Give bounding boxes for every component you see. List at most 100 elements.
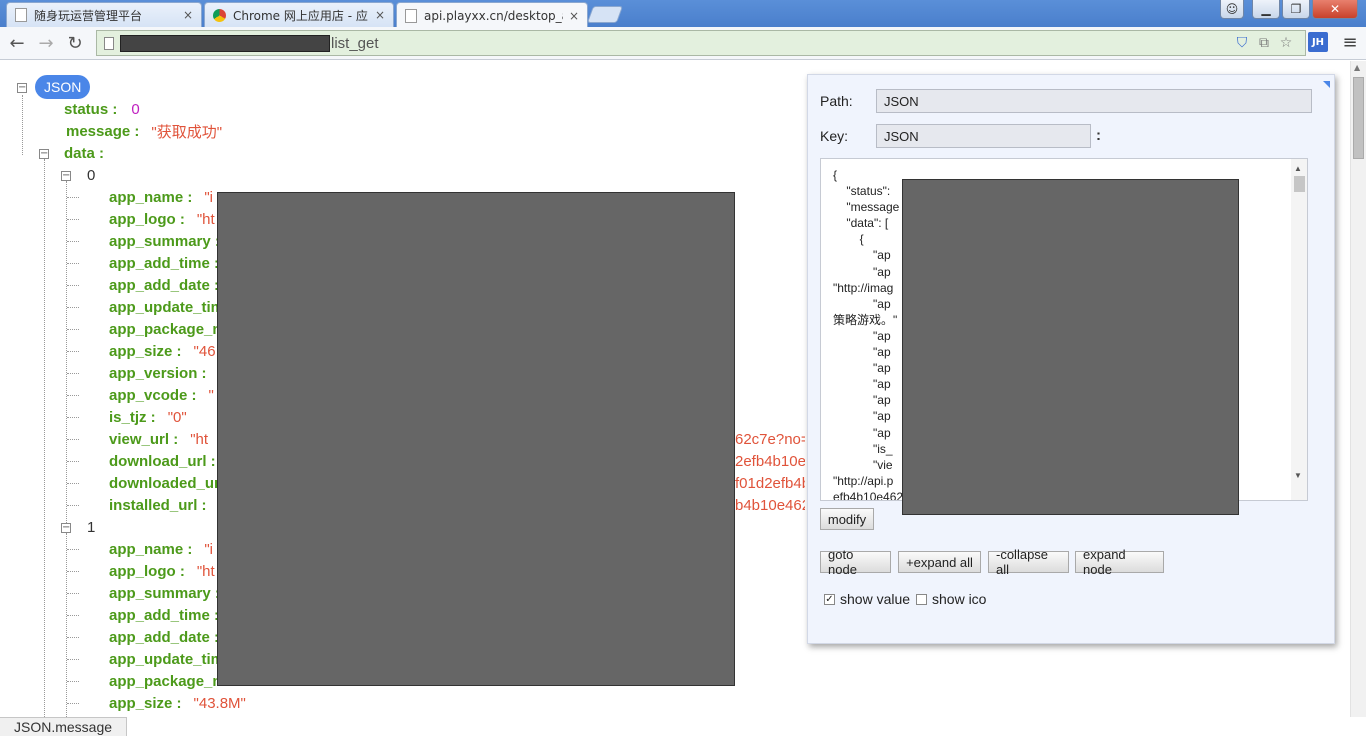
scroll-thumb[interactable] xyxy=(1294,176,1305,192)
close-tab-icon[interactable]: × xyxy=(183,8,193,22)
forward-icon[interactable]: → xyxy=(35,32,57,54)
collapse-toggle-icon[interactable]: − xyxy=(39,149,49,159)
reload-icon[interactable]: ↻ xyxy=(64,32,86,54)
tree-row-field[interactable]: app_name : "i xyxy=(109,186,213,208)
shield-icon[interactable]: ⛉ xyxy=(1233,34,1251,52)
close-window-button[interactable]: ✕ xyxy=(1312,0,1358,19)
tab-ops-platform[interactable]: 随身玩运营管理平台 × xyxy=(6,2,202,27)
jsonhandle-extension-icon[interactable]: JH xyxy=(1308,32,1328,52)
menu-icon[interactable]: ≡ xyxy=(1340,32,1360,53)
checkbox-box[interactable] xyxy=(916,593,927,605)
page-icon xyxy=(15,8,27,22)
tree-connector xyxy=(67,571,79,572)
tree-row-field[interactable]: app_package_n xyxy=(109,670,234,692)
tree-connector xyxy=(22,95,23,155)
tree-row-field[interactable]: app_logo : "ht xyxy=(109,208,215,230)
tree-row-field[interactable]: app_version : xyxy=(109,362,219,384)
node-key: app_add_date : xyxy=(109,276,220,294)
new-tab-button[interactable] xyxy=(586,6,624,23)
tree-connector xyxy=(67,351,79,352)
tab-strip: 随身玩运营管理平台 × Chrome 网上应用店 - 应 × api.playx… xyxy=(0,0,1366,28)
tree-connector xyxy=(67,307,79,308)
node-key: app_update_tim xyxy=(109,298,225,316)
tree-connector xyxy=(67,417,79,418)
expand-all-button[interactable]: +expand all xyxy=(898,551,981,573)
tree-row-field[interactable]: view_url : "ht xyxy=(109,428,208,450)
minimize-button[interactable]: ▁ xyxy=(1252,0,1280,19)
key-field[interactable]: JSON xyxy=(876,124,1091,148)
node-key: app_add_time : xyxy=(109,606,220,624)
tree-row-message[interactable]: message : "获取成功" xyxy=(66,120,222,142)
translate-icon[interactable]: ⧉ xyxy=(1255,34,1273,52)
back-icon[interactable]: ← xyxy=(6,32,28,54)
expand-node-button[interactable]: expand node xyxy=(1075,547,1164,577)
tree-row-field[interactable]: app_summary : xyxy=(109,582,232,604)
url-text[interactable]: list_get xyxy=(331,35,379,52)
collapse-all-button[interactable]: -collapse all xyxy=(988,547,1069,577)
path-field[interactable]: JSON xyxy=(876,89,1312,113)
scroll-up-icon[interactable]: ▲ xyxy=(1294,161,1302,177)
scroll-thumb[interactable] xyxy=(1353,77,1364,159)
address-bar[interactable]: list_get ⛉ ⧉ ☆ xyxy=(96,30,1306,56)
tree-connector xyxy=(67,263,79,264)
tree-row-field[interactable]: app_size : "46 xyxy=(109,340,216,362)
close-tab-icon[interactable]: × xyxy=(569,9,579,23)
tree-row-data[interactable]: data : xyxy=(64,142,104,164)
tree-connector xyxy=(66,533,67,717)
node-key: app_size : xyxy=(109,342,182,360)
tab-webstore[interactable]: Chrome 网上应用店 - 应 × xyxy=(204,2,394,27)
key-colon: : xyxy=(1096,127,1101,144)
tree-row-field[interactable]: app_add_time : xyxy=(109,604,231,626)
tab-api[interactable]: api.playxx.cn/desktop_a × xyxy=(396,2,588,28)
tree-row-field[interactable]: app_logo : "ht xyxy=(109,560,215,582)
node-key: downloaded_ur xyxy=(109,474,220,492)
node-value-tail: 2efb4b10e46 xyxy=(735,450,805,472)
node-key: download_url : xyxy=(109,452,216,470)
tree-row-field[interactable]: downloaded_ur xyxy=(109,472,232,494)
tree-row-index[interactable]: 0 xyxy=(87,164,95,186)
modify-button[interactable]: modify xyxy=(820,508,874,530)
node-value: " xyxy=(208,386,214,404)
show-ico-checkbox[interactable]: show ico xyxy=(916,591,986,607)
tree-row-field[interactable]: installed_url : xyxy=(109,494,219,516)
collapse-toggle-icon[interactable]: − xyxy=(61,523,71,533)
tree-row-field[interactable]: app_name : "i xyxy=(109,538,213,560)
tree-row-field[interactable]: app_add_time : xyxy=(109,252,231,274)
tree-row-index[interactable]: 1 xyxy=(87,516,95,538)
checkbox-box[interactable]: ✓ xyxy=(824,593,835,605)
tree-row-field[interactable]: app_summary : xyxy=(109,230,232,252)
tree-connector xyxy=(66,181,67,529)
tree-row-field[interactable]: is_tjz : "0" xyxy=(109,406,187,428)
goto-node-button[interactable]: goto node xyxy=(820,547,891,577)
show-value-checkbox[interactable]: ✓ show value xyxy=(824,591,910,607)
node-value: "i xyxy=(204,540,214,558)
page-scrollbar[interactable]: ▲ xyxy=(1350,61,1366,717)
node-value-tail: b4b10e462c xyxy=(735,494,805,516)
tree-connector xyxy=(67,505,79,506)
panel-corner-icon[interactable] xyxy=(1323,81,1330,88)
tree-row-field[interactable]: app_vcode : " xyxy=(109,384,214,406)
maximize-button[interactable]: ❐ xyxy=(1282,0,1310,19)
tree-row-status[interactable]: status : 0 xyxy=(64,98,140,120)
collapse-toggle-icon[interactable]: − xyxy=(17,83,27,93)
star-icon[interactable]: ☆ xyxy=(1277,34,1295,52)
user-icon[interactable]: ☺ xyxy=(1220,0,1244,19)
node-value: "ht xyxy=(196,562,215,580)
node-key: app_size : xyxy=(109,694,182,712)
tree-row-field[interactable]: app_package_n xyxy=(109,318,234,340)
tab-title: 随身玩运营管理平台 xyxy=(34,8,143,23)
node-key: is_tjz : xyxy=(109,408,156,426)
tree-connector xyxy=(67,549,79,550)
collapse-toggle-icon[interactable]: − xyxy=(61,171,71,181)
close-tab-icon[interactable]: × xyxy=(375,8,385,22)
tree-row-field[interactable]: download_url : xyxy=(109,450,228,472)
scroll-down-icon[interactable]: ▼ xyxy=(1294,468,1302,484)
tree-row-field[interactable]: app_add_date : xyxy=(109,274,231,296)
root-node[interactable]: JSON xyxy=(35,75,91,99)
scroll-up-icon[interactable]: ▲ xyxy=(1354,63,1360,72)
tree-row-field[interactable]: app_size : "43.8M" xyxy=(109,692,246,714)
path-label: Path: xyxy=(820,93,853,109)
tree-row-field[interactable]: app_add_date : xyxy=(109,626,231,648)
tree-connector xyxy=(67,197,79,198)
textarea-scrollbar[interactable]: ▲ ▼ xyxy=(1291,159,1307,500)
